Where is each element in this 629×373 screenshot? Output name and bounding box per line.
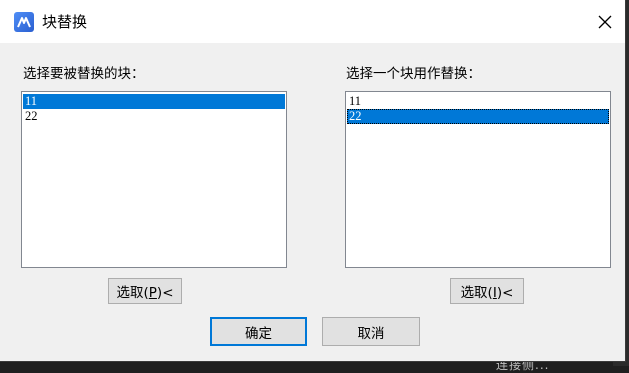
close-button[interactable]	[590, 8, 620, 36]
pick-source-button[interactable]: 选取(P)<	[108, 278, 182, 304]
app-logo-icon	[14, 12, 34, 32]
replacement-block-label: 选择一个块用作替换：	[346, 66, 481, 82]
pick-source-prefix: 选取(	[116, 285, 149, 301]
source-block-label: 选择要被替换的块：	[23, 66, 145, 82]
pick-replacement-suffix: )<	[496, 285, 514, 301]
source-block-list[interactable]: 11 22	[21, 91, 287, 268]
close-icon	[598, 15, 612, 29]
block-replace-dialog: 块替换 选择要被替换的块： 11 22 选取(P)< 选择一个块用作替换： 11…	[0, 0, 626, 362]
pick-replacement-prefix: 选取(	[460, 285, 493, 301]
list-item[interactable]: 11	[23, 94, 285, 109]
window-title: 块替换	[42, 13, 88, 31]
list-item[interactable]: 11	[347, 94, 609, 109]
title-bar[interactable]: 块替换	[0, 0, 625, 43]
pick-source-suffix: )<	[156, 285, 174, 301]
pick-replacement-button[interactable]: 选取(I)<	[450, 278, 524, 304]
replacement-block-list[interactable]: 11 22	[345, 91, 611, 268]
cancel-button[interactable]: 取消	[322, 317, 420, 346]
ok-button[interactable]: 确定	[210, 317, 307, 346]
list-item[interactable]: 22	[347, 109, 609, 124]
list-item[interactable]: 22	[23, 109, 285, 124]
pick-source-mnemonic: P	[148, 285, 157, 301]
